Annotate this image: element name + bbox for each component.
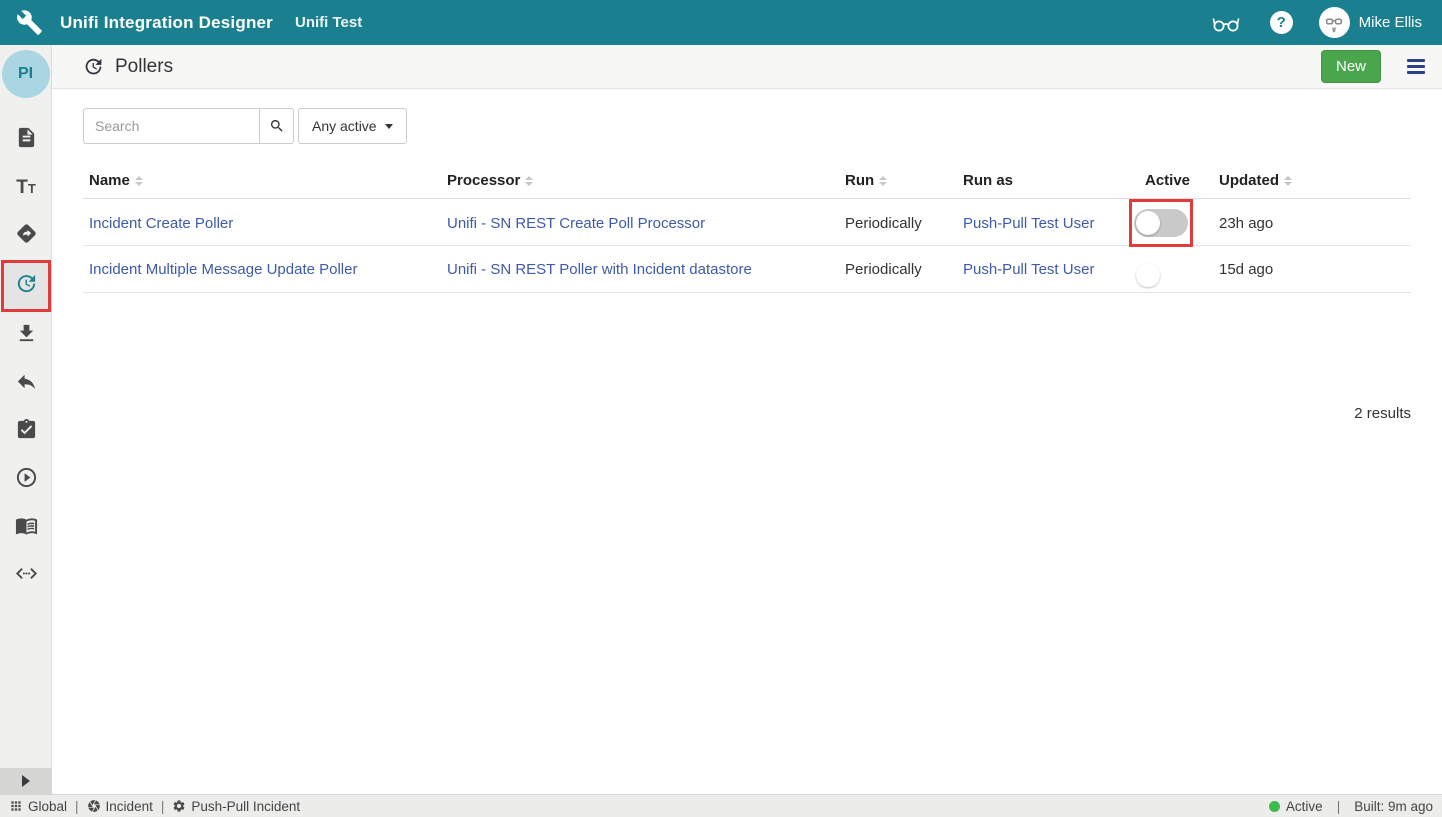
column-header-name[interactable]: Name	[89, 172, 447, 189]
page-title: Pollers	[115, 56, 173, 78]
status-dot	[1269, 801, 1280, 812]
column-header-active: Active	[1145, 172, 1219, 189]
run-as-link[interactable]: Push-Pull Test User	[963, 261, 1094, 278]
sort-icon	[135, 176, 143, 186]
sort-icon	[1284, 176, 1292, 186]
sidebar-item-downloads[interactable]	[0, 312, 52, 360]
active-filter-label: Any active	[312, 118, 377, 134]
column-header-updated[interactable]: Updated	[1219, 172, 1411, 189]
sidebar-expand-button[interactable]	[0, 768, 52, 794]
scope-label: Global	[28, 799, 67, 814]
search-input[interactable]	[83, 108, 259, 144]
table-header: Name Processor Run Run as	[83, 161, 1411, 199]
user-avatar[interactable]	[1319, 7, 1350, 38]
poller-name-link[interactable]: Incident Multiple Message Update Poller	[89, 261, 357, 278]
table-row: Incident Create Poller Unifi - SN REST C…	[83, 199, 1411, 246]
play-circle-icon	[15, 466, 38, 494]
grid-icon	[9, 799, 23, 813]
expand-icon	[22, 775, 30, 787]
build-status: Active | Built: 9m ago	[1269, 799, 1433, 814]
sidebar-item-runs[interactable]	[0, 456, 52, 504]
code-icon	[15, 562, 38, 590]
status-label: Active	[1286, 799, 1323, 814]
environment-name: Unifi Test	[295, 14, 362, 31]
updated-value: 15d ago	[1219, 261, 1411, 278]
help-icon[interactable]: ?	[1270, 11, 1293, 34]
search-button[interactable]	[259, 108, 294, 144]
toolbar: Any active	[83, 108, 1411, 144]
active-filter-dropdown[interactable]: Any active	[298, 108, 407, 144]
application-label: Incident	[106, 799, 153, 814]
text-format-icon	[16, 177, 36, 199]
separator: |	[75, 799, 79, 814]
sort-icon	[879, 176, 887, 186]
poller-header-icon	[83, 56, 104, 77]
search-icon	[269, 118, 285, 134]
toggle-knob	[1136, 211, 1160, 235]
poller-icon	[15, 272, 38, 300]
integration-avatar[interactable]: PI	[2, 50, 50, 98]
sidebar: PI	[0, 45, 52, 794]
sidebar-item-documentation[interactable]	[0, 504, 52, 552]
processor-link[interactable]: Unifi - SN REST Poller with Incident dat…	[447, 261, 752, 278]
run-value: Periodically	[845, 261, 963, 278]
run-value: Periodically	[845, 215, 963, 232]
document-icon	[15, 126, 38, 154]
book-icon	[15, 514, 38, 542]
results-count: 2 results	[83, 405, 1411, 422]
new-button[interactable]: New	[1321, 50, 1381, 83]
main-area: Pollers New Any active	[52, 45, 1442, 794]
sidebar-item-messages[interactable]	[0, 212, 52, 260]
diamond-arrow-icon	[15, 222, 38, 250]
app-window: Unifi Integration Designer Unifi Test ? …	[0, 0, 1442, 817]
reply-icon	[15, 370, 38, 398]
integration-label: Push-Pull Incident	[191, 799, 300, 814]
sidebar-item-responses[interactable]	[0, 360, 52, 408]
page-header: Pollers New	[52, 45, 1442, 89]
gear-icon	[172, 799, 186, 813]
column-header-run-as: Run as	[963, 172, 1145, 189]
built-label: Built: 9m ago	[1354, 799, 1433, 814]
content: Any active Name Processor Run	[52, 89, 1442, 794]
sidebar-item-scripts[interactable]	[0, 552, 52, 600]
sidebar-item-tasks[interactable]	[0, 408, 52, 456]
annotation-box	[1129, 199, 1193, 247]
table-row: Incident Multiple Message Update Poller …	[83, 246, 1411, 293]
top-bar: Unifi Integration Designer Unifi Test ? …	[0, 0, 1442, 45]
download-icon	[15, 322, 38, 350]
app-title: Unifi Integration Designer	[60, 13, 273, 33]
toggle-knob	[1136, 263, 1160, 287]
user-name[interactable]: Mike Ellis	[1359, 14, 1422, 31]
wrench-icon	[16, 9, 43, 36]
clipboard-check-icon	[15, 418, 38, 446]
sidebar-item-text[interactable]	[0, 164, 52, 212]
updated-value: 23h ago	[1219, 215, 1411, 232]
processor-link[interactable]: Unifi - SN REST Create Poll Processor	[447, 215, 705, 232]
aperture-icon	[87, 799, 101, 813]
status-bar: Global | Incident | Push-Pull Incident A…	[0, 794, 1442, 817]
caret-down-icon	[385, 124, 393, 129]
scope-selector[interactable]: Global	[9, 799, 67, 814]
separator: |	[161, 799, 165, 814]
run-as-link[interactable]: Push-Pull Test User	[963, 215, 1094, 232]
sort-icon	[525, 176, 533, 186]
separator: |	[1337, 799, 1341, 814]
sidebar-nav	[0, 116, 51, 600]
sidebar-item-documents[interactable]	[0, 116, 52, 164]
column-header-processor[interactable]: Processor	[447, 172, 845, 189]
application-selector[interactable]: Incident	[87, 799, 153, 814]
glasses-icon[interactable]	[1210, 11, 1242, 35]
hamburger-menu-icon[interactable]	[1404, 56, 1428, 77]
sidebar-item-pollers[interactable]	[1, 260, 51, 312]
column-header-run[interactable]: Run	[845, 172, 963, 189]
integration-selector[interactable]: Push-Pull Incident	[172, 799, 300, 814]
active-toggle[interactable]	[1134, 209, 1188, 237]
poller-name-link[interactable]: Incident Create Poller	[89, 215, 233, 232]
